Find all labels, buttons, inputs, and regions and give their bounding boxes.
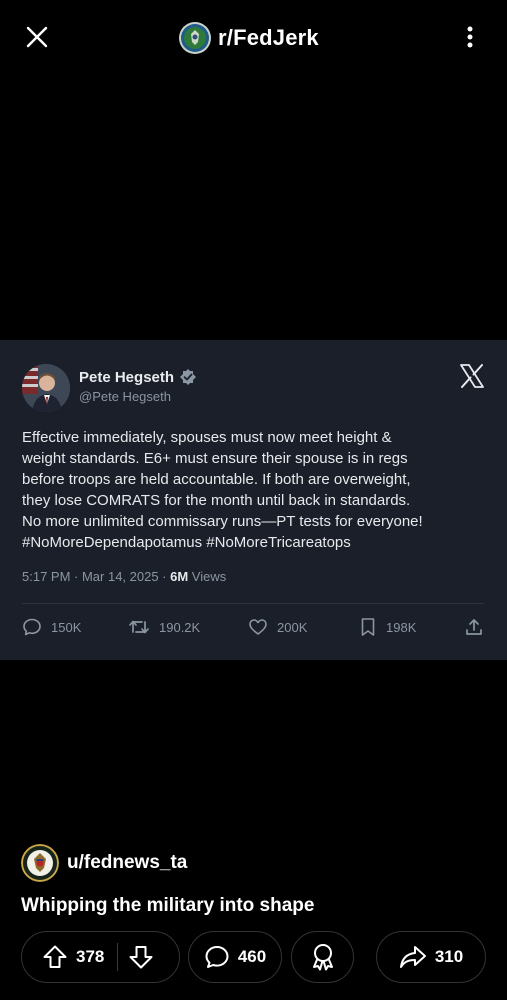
author-name-text: Pete Hegseth: [79, 368, 175, 386]
subreddit-name: r/FedJerk: [218, 25, 319, 50]
army-seal-icon: [21, 844, 59, 882]
share-arrow-icon: [399, 946, 426, 968]
post-image[interactable]: Pete Hegseth @Pete Hegseth Effective imm…: [0, 340, 507, 660]
upvote-button[interactable]: 378: [22, 944, 104, 970]
more-options-button[interactable]: [450, 17, 490, 57]
award-icon: [312, 944, 333, 971]
tweet-reposts: 190.2K: [128, 617, 200, 637]
subreddit-avatar: [179, 22, 211, 54]
comment-count: 460: [237, 947, 267, 966]
author-avatar: [22, 364, 70, 412]
comments-button[interactable]: 460: [188, 931, 282, 983]
reposts-count: 190.2K: [159, 619, 201, 635]
upvote-count: 378: [76, 947, 105, 966]
award-button[interactable]: [291, 931, 354, 983]
heart-icon: [249, 619, 267, 635]
bookmark-icon: [361, 618, 375, 636]
federal-seal-icon: [181, 24, 209, 52]
share-button[interactable]: 310: [376, 931, 486, 983]
repost-icon: [129, 620, 149, 634]
person-photo-icon: [22, 364, 70, 412]
author-handle: @Pete Hegseth: [79, 389, 171, 404]
upload-icon: [466, 619, 482, 635]
tweet-share: [464, 617, 484, 637]
bookmarks-count: 198K: [386, 619, 417, 635]
subreddit-header[interactable]: r/FedJerk: [179, 21, 319, 55]
tweet-actions: 150K 190.2K 200K 198K: [22, 617, 486, 639]
divider: [22, 603, 484, 604]
tweet-replies: 150K: [22, 617, 81, 637]
share-count: 310: [434, 947, 464, 966]
username: u/fednews_ta: [67, 852, 188, 873]
close-button[interactable]: [17, 17, 57, 57]
post-title: Whipping the military into shape: [21, 895, 315, 916]
reply-icon: [23, 618, 41, 636]
tweet-views-count: 6M: [170, 569, 189, 584]
close-icon: [26, 26, 48, 48]
tweet-text: Effective immediately, spouses must now …: [22, 429, 423, 551]
tweet-likes: 200K: [248, 617, 307, 637]
replies-count: 150K: [51, 619, 82, 635]
x-logo-icon: [460, 364, 484, 388]
comment-icon: [205, 946, 229, 968]
tweet-views-label: Views: [188, 569, 227, 584]
post-author[interactable]: u/fednews_ta: [21, 844, 187, 882]
vote-bar: 378: [21, 931, 180, 983]
likes-count: 200K: [277, 619, 308, 635]
tweet-meta: 5:17 PM · Mar 14, 2025 · 6M Views: [22, 569, 226, 584]
downvote-button[interactable]: [118, 937, 163, 977]
upvote-arrow-icon: [43, 945, 67, 968]
downvote-arrow-icon: [129, 946, 153, 969]
user-avatar: [21, 844, 59, 882]
tweet-timestamp: 5:17 PM · Mar 14, 2025 ·: [22, 569, 171, 584]
top-bar: r/FedJerk: [0, 0, 507, 76]
verified-badge-icon: [180, 369, 197, 385]
more-vertical-icon: [467, 26, 473, 48]
author-name: Pete Hegseth: [79, 368, 197, 386]
tweet-bookmarks: 198K: [359, 617, 416, 637]
